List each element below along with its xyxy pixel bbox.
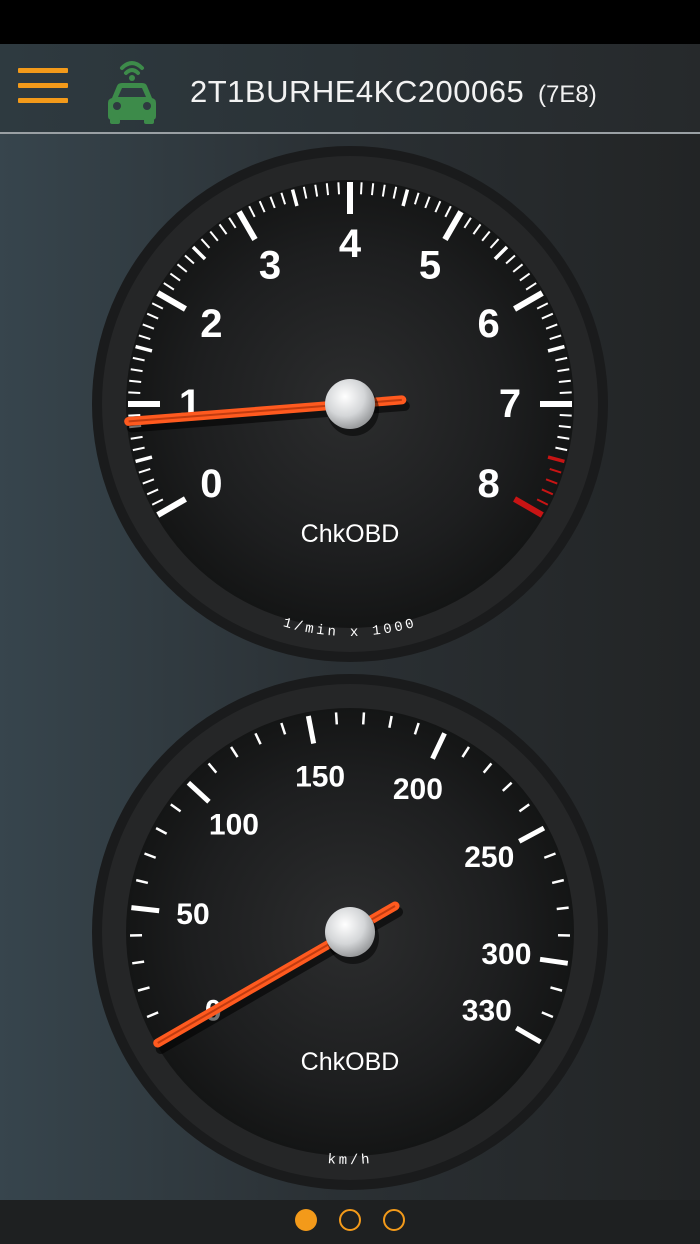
speed-tick-label: 150: [295, 760, 345, 793]
status-bar: [0, 0, 700, 44]
speed-tick-label: 250: [464, 841, 514, 874]
speed-tick-label: 100: [209, 808, 259, 841]
minor-tick: [325, 183, 330, 196]
rpm-gauge: 0 1 2 3 4 5 6 7 8 ChkOBD 1/min x 1000: [0, 134, 700, 674]
vin-label: 2T1BURHE4KC200065: [190, 74, 525, 109]
minor-tick: [558, 379, 571, 384]
gauge-panel: 012345678ChkOBD1/min x 1000 050100150200…: [0, 134, 700, 1200]
speed-gauge: 050100150200250300330ChkOBDkm/h: [0, 662, 700, 1202]
page-indicator: [0, 1200, 700, 1244]
ecu-address-label: (7E8): [538, 81, 597, 108]
speed-gauge-label: ChkOBD: [301, 1048, 400, 1076]
minor-tick: [558, 424, 571, 429]
needle-hub: [325, 907, 375, 957]
page-dot-1[interactable]: [295, 1209, 317, 1231]
minor-tick: [337, 182, 341, 195]
rpm-tick-label: 6: [477, 302, 499, 346]
minor-tick: [128, 413, 141, 417]
needle-hub: [325, 379, 375, 429]
minor-tick: [359, 182, 363, 195]
rpm-tick-label: 2: [200, 302, 222, 346]
speed-tick-label: 330: [462, 995, 512, 1028]
minor-tick: [559, 391, 572, 395]
minor-tick: [129, 379, 142, 384]
speed-tick-label: 200: [393, 773, 443, 806]
page-dot-3[interactable]: [383, 1209, 405, 1231]
speed-tick-label: 50: [176, 898, 209, 931]
minor-tick: [370, 183, 375, 196]
page-dot-2[interactable]: [339, 1209, 361, 1231]
minor-tick: [334, 712, 339, 725]
rpm-tick-label: 4: [339, 222, 362, 266]
minor-tick: [128, 391, 141, 395]
rpm-tick-label: 8: [477, 462, 499, 506]
major-tick: [131, 905, 160, 914]
rpm-tick-label: 5: [419, 243, 441, 287]
speed-tick-label: 300: [481, 938, 531, 971]
minor-tick: [132, 960, 145, 965]
rpm-gauge-label: ChkOBD: [301, 520, 400, 548]
rpm-tick-label: 7: [499, 382, 521, 426]
connected-car-icon: [108, 61, 156, 124]
minor-tick: [556, 906, 569, 911]
app-bar: 2T1BURHE4KC200065 (7E8): [0, 44, 700, 134]
rpm-tick-label: 3: [259, 243, 281, 287]
hamburger-menu-icon[interactable]: [18, 68, 70, 108]
rpm-tick-label: 0: [200, 462, 222, 506]
minor-tick: [361, 712, 366, 725]
minor-tick: [559, 413, 572, 417]
